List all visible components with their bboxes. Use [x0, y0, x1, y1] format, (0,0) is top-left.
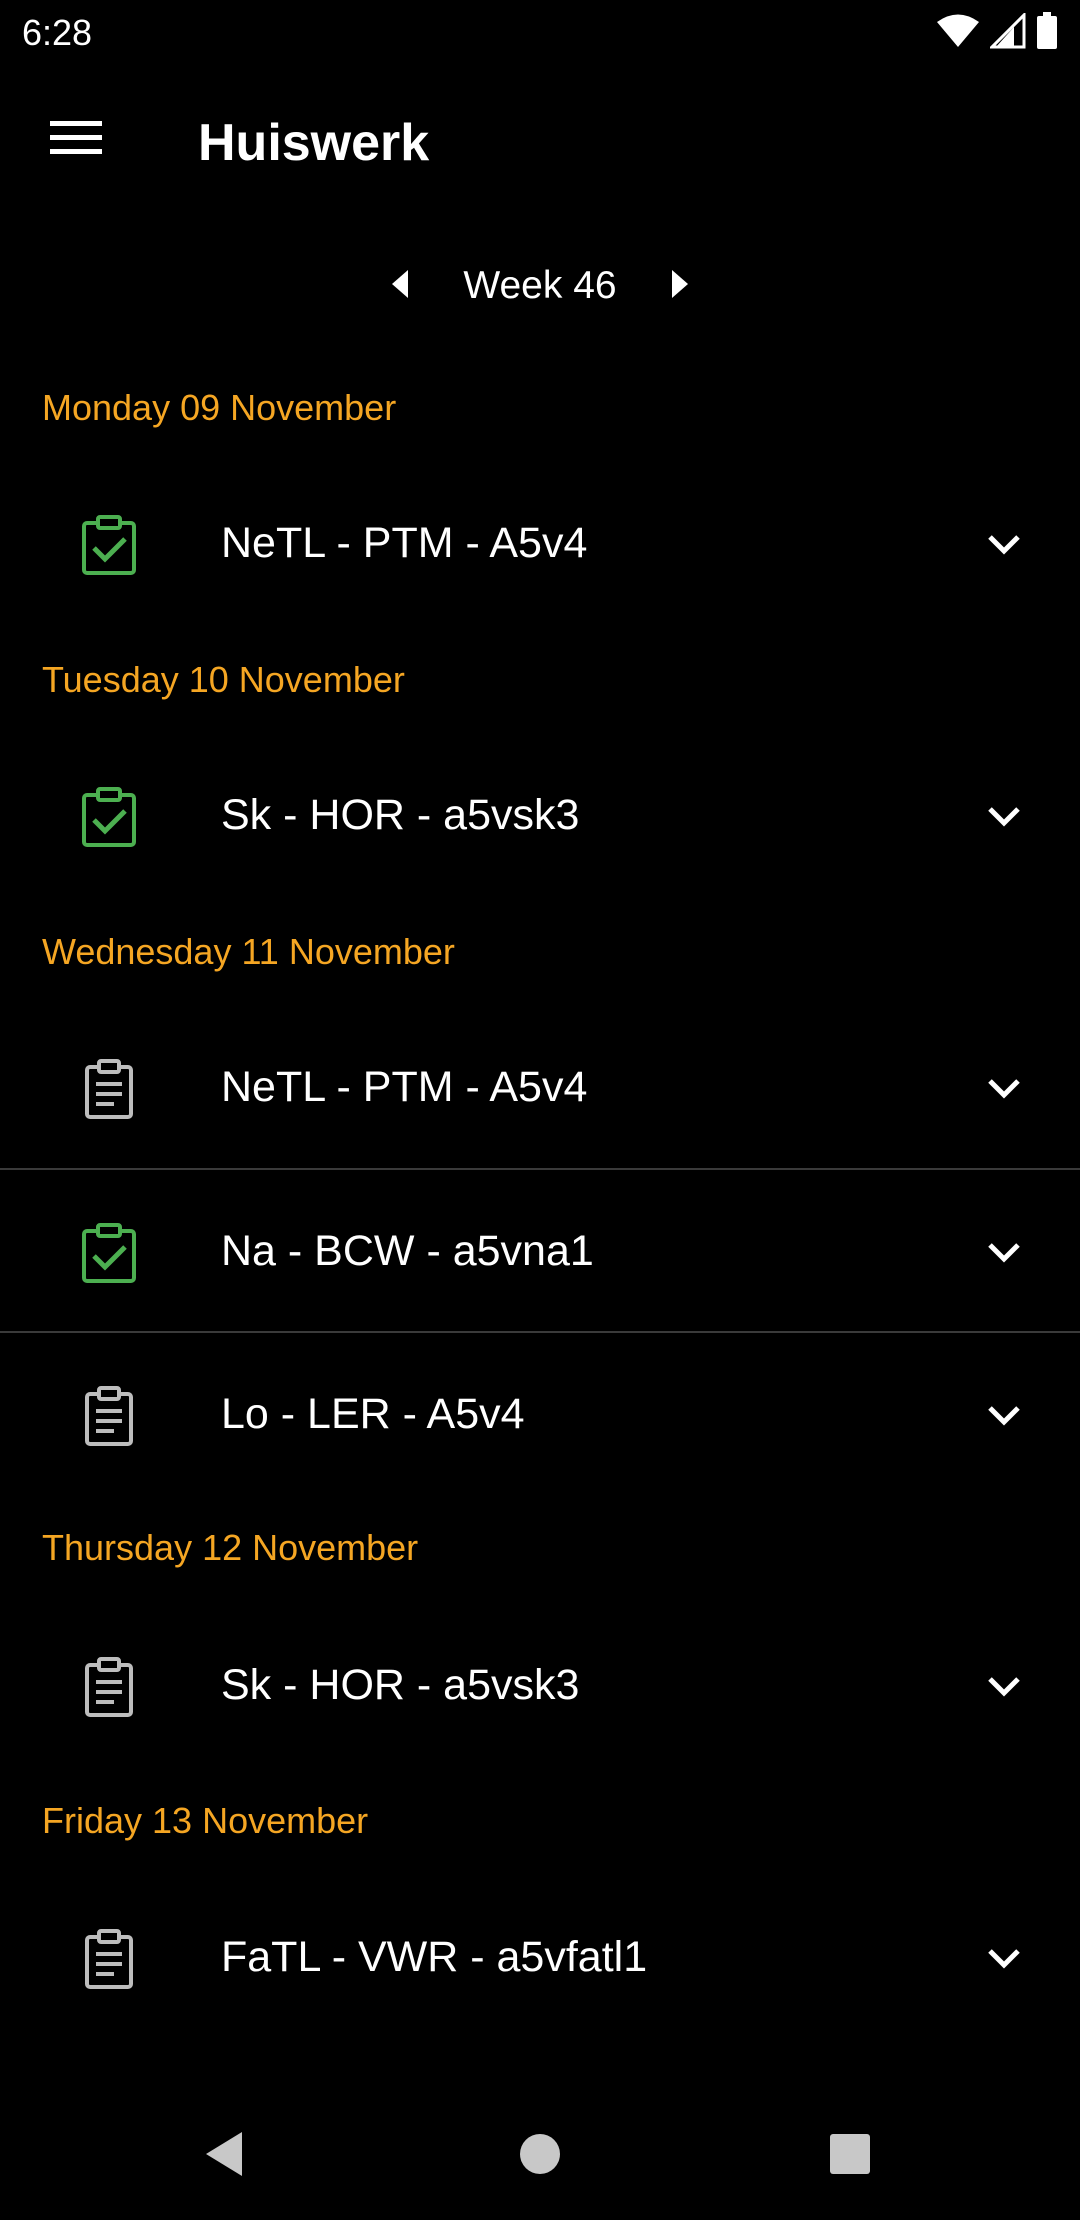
homework-label: NeTL - PTM - A5v4	[221, 1063, 588, 1111]
clipboard-text-icon	[78, 1058, 140, 1120]
clipboard-check-icon	[78, 1222, 140, 1284]
homework-label: Sk - HOR - a5vsk3	[221, 791, 580, 839]
clipboard-check-icon	[78, 786, 140, 848]
navigation-bar	[0, 2090, 1080, 2220]
chevron-down-icon[interactable]	[980, 1934, 1028, 1982]
status-bar: 6:28	[0, 0, 1080, 66]
clipboard-text-icon	[78, 1385, 140, 1447]
page-title: Huiswerk	[198, 114, 430, 172]
battery-icon	[1036, 11, 1058, 55]
previous-week-button[interactable]	[370, 258, 430, 314]
chevron-down-icon[interactable]	[980, 1391, 1028, 1439]
arrow-left-icon	[390, 269, 410, 304]
homework-label: Sk - HOR - a5vsk3	[221, 1661, 580, 1709]
chevron-down-icon[interactable]	[980, 792, 1028, 840]
app-bar: Huiswerk	[0, 66, 1080, 222]
nav-back-icon[interactable]	[200, 2128, 252, 2180]
day-header-monday: Monday 09 November	[42, 387, 397, 428]
status-icons	[936, 10, 1058, 55]
menu-button[interactable]	[36, 110, 116, 170]
homework-label: FaTL - VWR - a5vfatl1	[221, 1933, 648, 1981]
homework-item[interactable]: Sk - HOR - a5vsk3	[0, 1604, 1080, 1766]
homework-label: Lo - LER - A5v4	[221, 1390, 525, 1438]
wifi-icon	[936, 13, 980, 54]
chevron-down-icon[interactable]	[980, 1662, 1028, 1710]
homework-item[interactable]: Na - BCW - a5vna1	[0, 1170, 1080, 1332]
week-selector: Week 46	[0, 250, 1080, 322]
nav-recents-icon[interactable]	[828, 2132, 872, 2176]
cell-signal-icon	[988, 10, 1026, 54]
homework-item[interactable]: Sk - HOR - a5vsk3	[0, 734, 1080, 896]
day-header-friday: Friday 13 November	[42, 1800, 369, 1841]
homework-item[interactable]: FaTL - VWR - a5vfatl1	[0, 1876, 1080, 2038]
chevron-down-icon[interactable]	[980, 1064, 1028, 1112]
day-header-thursday: Thursday 12 November	[42, 1527, 419, 1568]
clipboard-text-icon	[78, 1656, 140, 1718]
chevron-down-icon[interactable]	[980, 1228, 1028, 1276]
hamburger-menu-icon	[50, 119, 102, 162]
arrow-right-icon	[670, 269, 690, 304]
homework-label: Na - BCW - a5vna1	[221, 1227, 594, 1275]
homework-item[interactable]: NeTL - PTM - A5v4	[0, 1006, 1080, 1168]
chevron-down-icon[interactable]	[980, 520, 1028, 568]
clipboard-text-icon	[78, 1928, 140, 1990]
week-label: Week 46	[463, 264, 617, 307]
homework-label: NeTL - PTM - A5v4	[221, 519, 588, 567]
next-week-button[interactable]	[650, 258, 710, 314]
nav-home-icon[interactable]	[518, 2128, 562, 2180]
clipboard-check-icon	[78, 514, 140, 576]
status-time: 6:28	[22, 12, 93, 53]
homework-item[interactable]: NeTL - PTM - A5v4	[0, 462, 1080, 624]
day-header-tuesday: Tuesday 10 November	[42, 659, 405, 700]
day-header-wednesday: Wednesday 11 November	[42, 931, 455, 972]
homework-item[interactable]: Lo - LER - A5v4	[0, 1333, 1080, 1495]
